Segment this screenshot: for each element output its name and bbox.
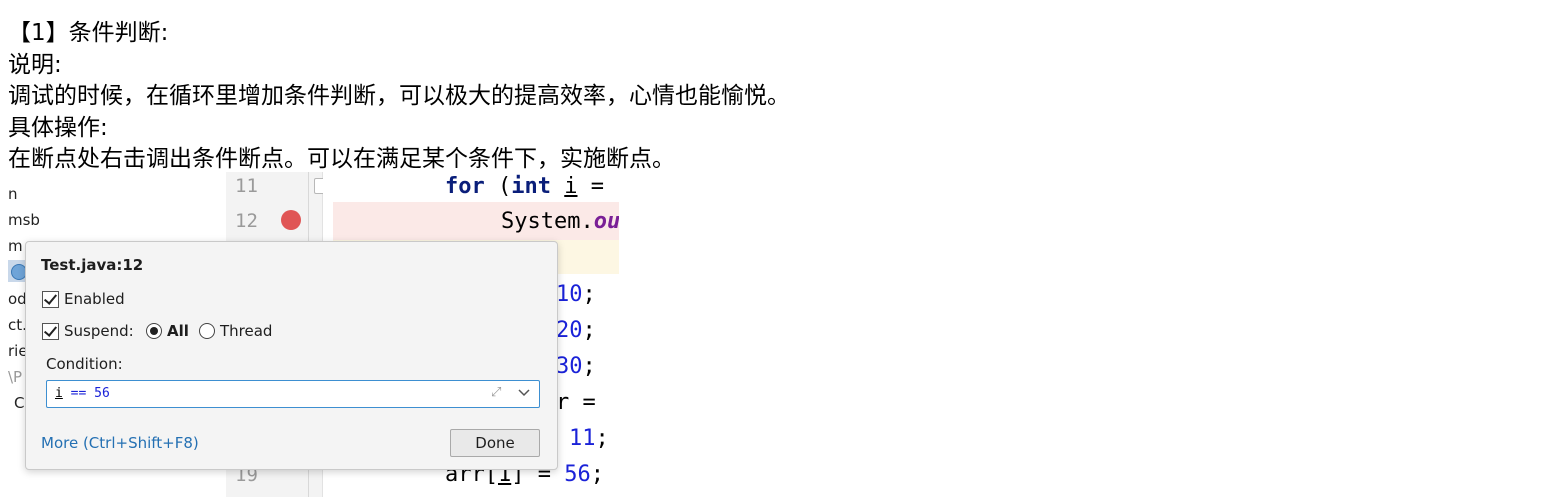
number-literal: 11	[569, 426, 596, 451]
more-link[interactable]: More (Ctrl+Shift+F8)	[41, 434, 199, 452]
code-text: System.	[501, 209, 594, 234]
popup-title: Test.java:12	[41, 256, 144, 274]
code-line: 30;	[556, 354, 596, 379]
code-text: r =	[556, 390, 609, 415]
variable: i	[564, 174, 578, 199]
steps-label: 具体操作:	[8, 114, 108, 141]
condition-value[interactable]: i == 56	[55, 386, 110, 401]
expand-icon[interactable]: ⤢	[491, 386, 505, 400]
code-text: ;	[582, 282, 596, 307]
keyword: int	[511, 174, 551, 199]
condition-label: Condition:	[46, 355, 123, 373]
condition-expression: == 56	[62, 386, 110, 401]
tree-item[interactable]: m	[8, 237, 23, 255]
tree-item[interactable]: n	[8, 185, 18, 203]
enabled-checkbox[interactable]	[42, 291, 59, 308]
keyword: for	[445, 174, 485, 199]
tree-item[interactable]: C	[14, 394, 24, 412]
code-line: 20;	[556, 318, 596, 343]
number-literal: 30	[556, 354, 583, 379]
code-line: 11;	[569, 426, 609, 451]
line-number: 12	[235, 210, 258, 232]
number-literal: 56	[564, 462, 591, 487]
condition-variable: i	[55, 386, 63, 401]
code-line-11: for (int i =	[445, 174, 604, 199]
breakpoint-popup: Test.java:12 Enabled Suspend: All Thread…	[25, 241, 558, 470]
code-text: ;	[582, 318, 596, 343]
explain-label: 说明:	[8, 51, 62, 78]
condition-input[interactable]: i == 56 ⤢	[46, 380, 540, 408]
tree-item[interactable]: msb	[8, 211, 40, 229]
suspend-thread-label[interactable]: Thread	[220, 322, 272, 340]
line-number: 11	[235, 175, 258, 197]
code-text: =	[577, 174, 604, 199]
field: ou	[593, 209, 619, 234]
suspend-thread-radio[interactable]	[199, 323, 215, 339]
done-button[interactable]: Done	[450, 429, 540, 457]
enabled-label[interactable]: Enabled	[64, 290, 125, 308]
code-text: ;	[595, 426, 609, 451]
tree-item[interactable]: \P	[8, 368, 22, 386]
suspend-all-label[interactable]: All	[167, 322, 189, 340]
suspend-label[interactable]: Suspend:	[64, 322, 134, 340]
code-text: (	[484, 174, 512, 199]
number-literal: 20	[556, 318, 583, 343]
article: 【1】条件判断: 说明: 调试的时候，在循环里增加条件判断，可以极大的提高效率，…	[8, 18, 790, 176]
breakpoint-icon[interactable]	[281, 210, 301, 230]
code-text: ;	[590, 462, 604, 487]
tree-item[interactable]: od	[8, 290, 27, 308]
suspend-checkbox[interactable]	[42, 323, 59, 340]
article-heading: 【1】条件判断:	[8, 20, 169, 46]
steps-text: 在断点处右击调出条件断点。可以在满足某个条件下，实施断点。	[8, 146, 675, 172]
number-literal: 10	[556, 282, 583, 307]
suspend-all-radio[interactable]	[146, 323, 162, 339]
code-text: ;	[582, 354, 596, 379]
code-line-12: System.ou	[501, 209, 619, 234]
code-line: 10;	[556, 282, 596, 307]
chevron-down-icon[interactable]	[517, 384, 531, 400]
code-line: r =	[556, 390, 609, 415]
explain-text: 调试的时候，在循环里增加条件判断，可以极大的提高效率，心情也能愉悦。	[8, 83, 790, 109]
